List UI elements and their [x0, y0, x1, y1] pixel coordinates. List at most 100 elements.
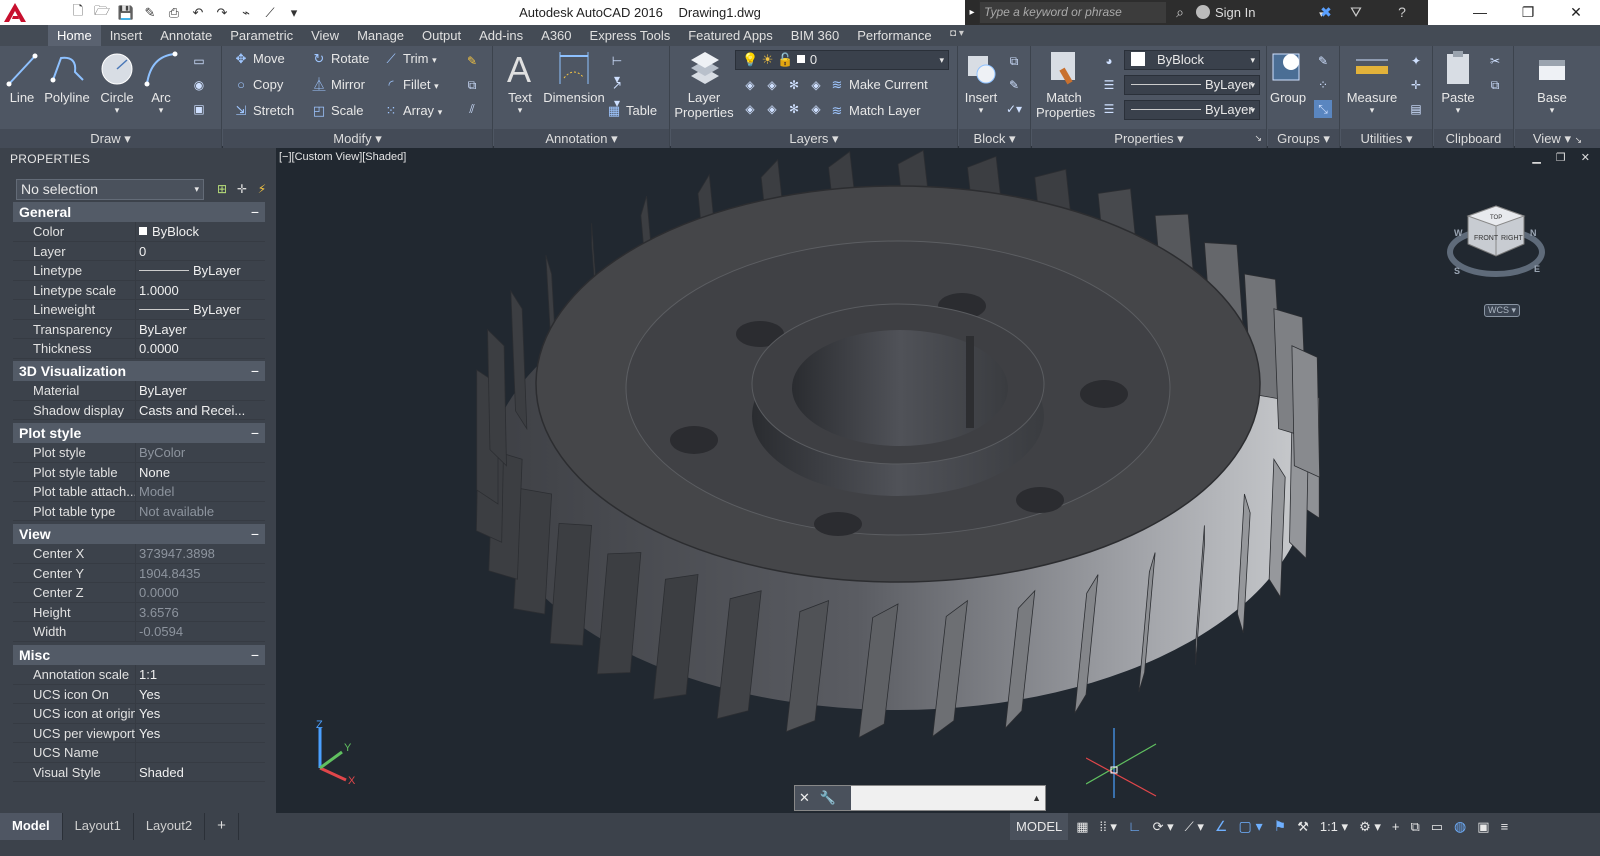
cut-icon[interactable]: ✂ [1486, 52, 1504, 70]
exchange-apps-icon[interactable]: ✖ [1316, 3, 1336, 22]
dimension-tool[interactable]: Dimension [542, 50, 606, 105]
compass-north[interactable]: N [1530, 228, 1537, 238]
ungroup-icon[interactable]: ✎ [1314, 52, 1332, 70]
id-point-icon[interactable]: ✛ [1407, 76, 1425, 94]
properties-panel-title[interactable]: Properties ▾ ↘ [1032, 129, 1266, 148]
view-panel-title[interactable]: View ▾ ↘ [1515, 129, 1600, 148]
color-dropdown[interactable]: ByBlock ▾ [1124, 50, 1260, 70]
viewport-controls-label[interactable]: [−][Custom View][Shaded] [279, 151, 406, 163]
prop-row[interactable]: Center Z 0.0000 [13, 583, 265, 603]
isodraft-icon[interactable]: ⟋ ▾ [1182, 813, 1207, 840]
rotate-tool[interactable]: ↻ Rotate [311, 48, 370, 70]
section-misc[interactable]: Misc − [13, 645, 265, 665]
measure-tool[interactable]: Measure ▾ [1343, 50, 1401, 116]
clean-screen-icon[interactable]: ▣ [1474, 813, 1492, 840]
tab-insert[interactable]: Insert [101, 25, 152, 46]
block-panel-title[interactable]: Block ▾ [959, 129, 1030, 148]
tab-annotate[interactable]: Annotate [151, 25, 221, 46]
prop-row[interactable]: UCS per viewport Yes [13, 723, 265, 743]
viewcube[interactable]: TOP FRONT RIGHT S E N W [1446, 200, 1546, 290]
quick-select-icon[interactable]: ✦ [1407, 52, 1425, 70]
section-view[interactable]: View − [13, 524, 265, 544]
sign-in-button[interactable]: Sign In ▾ [1196, 0, 1324, 25]
linear-dimension-icon[interactable]: ⊢ ▾ [608, 52, 626, 86]
annotation-monitor-icon[interactable]: + [1389, 813, 1403, 840]
auto-scale-icon[interactable]: ⚒ [1294, 813, 1312, 840]
explode-icon[interactable]: ⧉ [463, 76, 481, 94]
layer-isolate-icon[interactable]: ◈ [763, 76, 781, 94]
lineweight-dropdown[interactable]: ByLayer ▾ [1124, 100, 1260, 120]
minimize-button[interactable]: — [1456, 0, 1504, 25]
viewcube-top[interactable]: TOP [1490, 215, 1502, 221]
tab-view[interactable]: View [302, 25, 348, 46]
viewcube-front[interactable]: FRONT [1474, 235, 1499, 242]
prop-row[interactable]: Lineweight ByLayer [13, 300, 265, 320]
a360-icon[interactable]: ⛛ [1346, 3, 1366, 22]
text-tool[interactable]: A Text ▾ [502, 50, 538, 116]
base-view-tool[interactable]: Base ▾ [1529, 50, 1575, 116]
workspace-gear-icon[interactable]: ⚙ ▾ [1356, 813, 1384, 840]
layer-thaw-icon[interactable]: ✻ [785, 100, 803, 118]
tab-model[interactable]: Model [0, 813, 63, 840]
customize-qat-icon[interactable]: ▾ [284, 3, 304, 23]
array-tool[interactable]: ⁙ Array ▾ [383, 100, 443, 122]
layer-on-icon[interactable]: ◈ [741, 100, 759, 118]
quick-select-icon[interactable]: ⚡ [254, 181, 270, 197]
command-history-arrow[interactable]: ▲ [1032, 786, 1041, 810]
compass-east[interactable]: E [1534, 264, 1540, 274]
tab-layout2[interactable]: Layout2 [134, 813, 206, 840]
layer-dropdown[interactable]: 💡 ☀ 🔓 0 ▾ [735, 50, 949, 70]
make-current-tool[interactable]: ≋ Make Current [829, 74, 928, 96]
tab-home[interactable]: Home [48, 25, 101, 46]
prop-row[interactable]: Linetype scale 1.0000 [13, 280, 265, 300]
save-icon[interactable]: 💾 [116, 3, 136, 23]
prop-row[interactable]: Color ByBlock [13, 222, 265, 242]
hatch-icon[interactable]: ▣ [190, 100, 208, 118]
fillet-tool[interactable]: ◜ Fillet ▾ [383, 74, 438, 96]
model-viewport[interactable]: [−][Custom View][Shaded] ▁ ❐ ✕ TOP FRONT… [276, 148, 1600, 813]
new-icon[interactable]: 🗋 [68, 3, 88, 23]
draw-panel-title[interactable]: Draw ▾ [0, 129, 221, 148]
help-icon[interactable]: ? [1392, 3, 1412, 22]
arc-tool[interactable]: Arc ▾ [142, 50, 180, 116]
binoculars-icon[interactable]: ⌕ [1170, 3, 1190, 22]
toggle-pickadd-icon[interactable]: ⊞ [214, 181, 230, 197]
grid-icon[interactable]: ▦ [1073, 813, 1091, 840]
selection-dropdown[interactable]: No selection ▾ [16, 179, 204, 200]
layer-unisolate-icon[interactable]: ◈ [763, 100, 781, 118]
circle-tool[interactable]: Circle ▾ [96, 50, 138, 116]
restore-button[interactable]: ❐ [1504, 0, 1552, 25]
prop-row[interactable]: Height 3.6576 [13, 602, 265, 622]
layer-lock-icon[interactable]: ◈ [807, 76, 825, 94]
tab-featured-apps[interactable]: Featured Apps [679, 25, 782, 46]
prop-row[interactable]: Center X 373947.3898 [13, 544, 265, 564]
prop-row[interactable]: Plot style ByColor [13, 443, 265, 463]
section-3d-visualization[interactable]: 3D Visualization − [13, 361, 265, 381]
search-expand-arrow[interactable]: ▸ [965, 0, 979, 25]
search-input[interactable]: Type a keyword or phrase [980, 2, 1166, 23]
tab-express-tools[interactable]: Express Tools [581, 25, 680, 46]
stretch-tool[interactable]: ⇲ Stretch [233, 100, 295, 122]
tab-performance[interactable]: Performance [848, 25, 940, 46]
prop-row[interactable]: Linetype ByLayer [13, 261, 265, 281]
move-tool[interactable]: ✥ Move [233, 48, 285, 70]
prop-row[interactable]: Layer 0 [13, 241, 265, 261]
tab-layout1[interactable]: Layout1 [63, 813, 134, 840]
tab-output[interactable]: Output [413, 25, 470, 46]
prop-row[interactable]: Transparency ByLayer [13, 319, 265, 339]
prop-row[interactable]: Material ByLayer [13, 381, 265, 401]
prop-row[interactable]: Plot style table None [13, 462, 265, 482]
clipboard-panel-title[interactable]: Clipboard [1434, 129, 1513, 148]
section-general[interactable]: General − [13, 202, 265, 222]
undo-icon[interactable]: ↶ [188, 3, 208, 23]
copy-clip-icon[interactable]: ⧉ [1486, 76, 1504, 94]
object-snap-icon[interactable]: ▢ ▾ [1235, 813, 1265, 840]
tab-bim-360[interactable]: BIM 360 [782, 25, 848, 46]
layer-off-icon[interactable]: ◈ [741, 76, 759, 94]
group-selection-icon[interactable]: ⤡ [1314, 100, 1332, 118]
close-command-icon[interactable]: ✕ [799, 790, 810, 805]
save-as-icon[interactable]: ✎ [140, 3, 160, 23]
color-wheel-icon[interactable]: ◕ [1100, 52, 1118, 70]
ribbon-minimize-toggle[interactable]: ◘ ▾ [950, 28, 980, 42]
trim-tool[interactable]: ⟋ Trim ▾ [383, 48, 436, 70]
